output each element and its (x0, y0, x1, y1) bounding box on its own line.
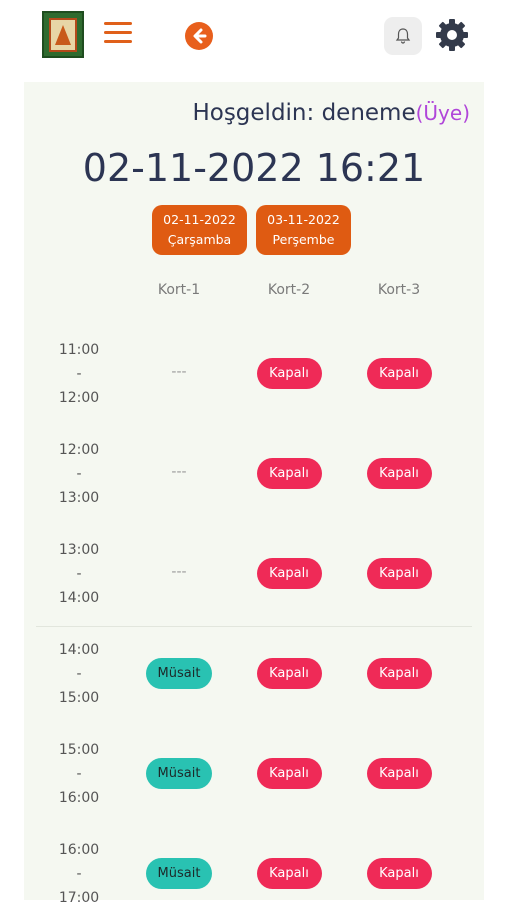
slot-closed-badge: Kapalı (256, 858, 322, 889)
logo-bell-shape (55, 24, 71, 45)
slot-closed-badge: Kapalı (256, 358, 322, 389)
time-start: 11:00 (58, 342, 100, 358)
slot-closed-badge: Kapalı (256, 658, 322, 689)
slot-unavailable: --- (171, 564, 187, 580)
time-sep: - (76, 666, 82, 682)
time-start: 12:00 (58, 442, 100, 458)
time-end: 14:00 (58, 590, 100, 606)
arrow-left-circle-icon[interactable] (185, 22, 213, 50)
time-start: 16:00 (58, 842, 100, 858)
slot-closed-badge: Kapalı (366, 358, 432, 389)
time-sep: - (76, 366, 82, 382)
time-start: 13:00 (58, 542, 100, 558)
time-slot-label: 11:00 - 12:00 (52, 338, 106, 410)
time-end: 17:00 (58, 890, 100, 906)
slot-unavailable: --- (171, 364, 187, 380)
slot-closed-badge: Kapalı (366, 458, 432, 489)
section-divider (36, 626, 472, 627)
slot-available-button[interactable]: Müsait (146, 758, 212, 789)
slot-closed-badge: Kapalı (256, 758, 322, 789)
day-button-1[interactable]: 02-11-2022 Çarşamba (152, 205, 247, 255)
day-button-2[interactable]: 03-11-2022 Perşembe (256, 205, 351, 255)
day-name: Perşembe (272, 232, 335, 247)
slot-closed-badge: Kapalı (366, 858, 432, 889)
time-sep: - (76, 866, 82, 882)
hamburger-menu-icon[interactable] (104, 20, 132, 46)
court-header-1: Kort-1 (157, 282, 201, 298)
slot-closed-badge: Kapalı (256, 458, 322, 489)
top-bar (24, 0, 484, 82)
slot-unavailable: --- (171, 464, 187, 480)
time-slot-label: 16:00 - 17:00 (52, 838, 106, 910)
time-sep: - (76, 466, 82, 482)
slot-closed-badge: Kapalı (366, 558, 432, 589)
time-sep: - (76, 566, 82, 582)
welcome-label: Hoşgeldin: deneme (192, 100, 416, 126)
time-end: 12:00 (58, 390, 100, 406)
welcome-text: Hoşgeldin: deneme(Üye) (192, 100, 470, 126)
time-sep: - (76, 766, 82, 782)
time-slot-label: 13:00 - 14:00 (52, 538, 106, 610)
gear-icon[interactable] (432, 15, 472, 55)
time-end: 16:00 (58, 790, 100, 806)
time-start: 14:00 (58, 642, 100, 658)
slot-closed-badge: Kapalı (366, 658, 432, 689)
court-header-2: Kort-2 (267, 282, 311, 298)
main-content: Hoşgeldin: deneme(Üye) 02-11-2022 16:21 … (24, 82, 484, 906)
court-header-3: Kort-3 (377, 282, 421, 298)
slot-closed-badge: Kapalı (366, 758, 432, 789)
time-end: 13:00 (58, 490, 100, 506)
day-date: 03-11-2022 (267, 212, 340, 227)
day-name: Çarşamba (167, 232, 232, 247)
time-slot-label: 12:00 - 13:00 (52, 438, 106, 510)
current-datetime: 02-11-2022 16:21 (82, 146, 426, 190)
day-date: 02-11-2022 (163, 212, 236, 227)
slot-closed-badge: Kapalı (256, 558, 322, 589)
bell-icon[interactable] (384, 17, 422, 55)
slot-available-button[interactable]: Müsait (146, 658, 212, 689)
user-role: (Üye) (415, 101, 470, 125)
time-end: 15:00 (58, 690, 100, 706)
slot-available-button[interactable]: Müsait (146, 858, 212, 889)
logo-emblem (49, 17, 77, 52)
time-slot-label: 15:00 - 16:00 (52, 738, 106, 810)
time-slot-label: 14:00 - 15:00 (52, 638, 106, 710)
time-start: 15:00 (58, 742, 100, 758)
club-logo[interactable] (42, 11, 84, 58)
